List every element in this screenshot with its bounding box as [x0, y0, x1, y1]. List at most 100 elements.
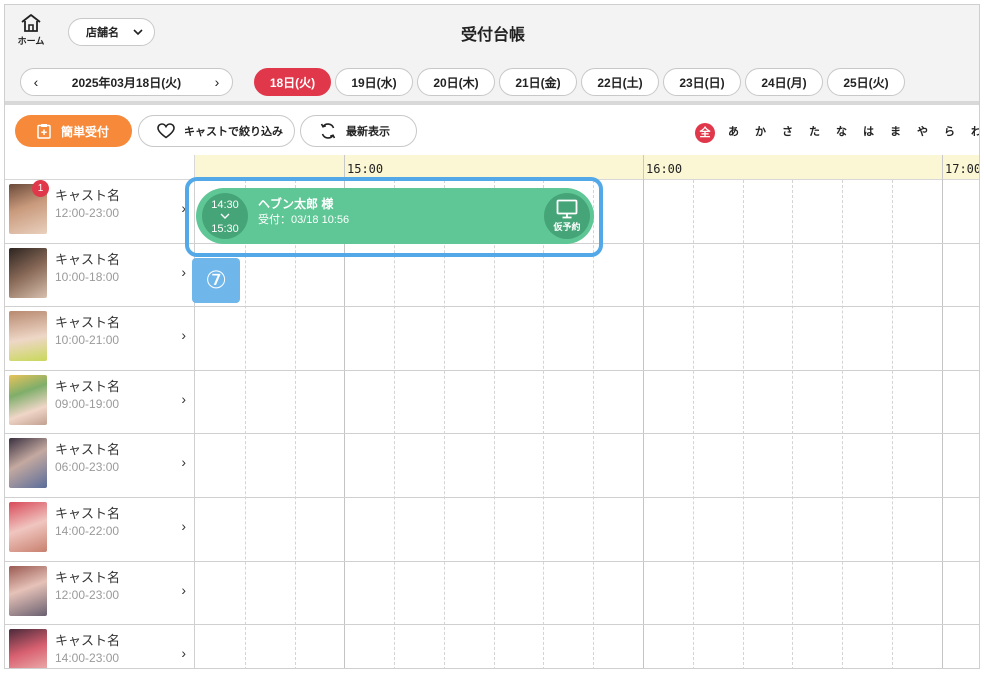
kana-filter-all[interactable]: 全 [695, 123, 715, 143]
cast-row: キャスト名 10:00-18:00 › [5, 243, 979, 308]
kana-filter: 全 あ か さ た な は ま や ら わ [695, 123, 979, 143]
cast-hours: 06:00-23:00 [55, 460, 120, 475]
cast-hours: 10:00-21:00 [55, 333, 120, 348]
day-tab[interactable]: 20日(木) [417, 68, 495, 96]
day-tab[interactable]: 19日(水) [335, 68, 413, 96]
cast-row: キャスト名 12:00-23:00 › [5, 561, 979, 626]
time-label: 16:00 [646, 162, 683, 176]
cast-photo [9, 502, 47, 552]
cast-photo [9, 629, 47, 668]
chevron-right-icon: › [181, 645, 186, 662]
cast-photo [9, 311, 47, 362]
cast-row: キャスト名 10:00-21:00 › [5, 307, 979, 371]
kana-filter-item[interactable]: や [909, 123, 936, 143]
chevron-right-icon: › [181, 454, 186, 471]
cast-cell[interactable]: キャスト名 10:00-18:00 › [5, 243, 195, 307]
day-tabs: 18日(火) 19日(水) 20日(木) 21日(金) 22日(土) 23日(日… [254, 68, 905, 96]
step-marker: ⑦ [192, 258, 240, 303]
kana-filter-item[interactable]: た [801, 123, 828, 143]
cast-hours: 12:00-23:00 [55, 587, 120, 602]
reservation-status: 仮予約 [544, 193, 590, 239]
chevron-down-icon [220, 213, 230, 219]
reservation-start: 14:30 [211, 199, 239, 211]
reservation-block[interactable]: 14:30 15:30 ヘブン太郎 様 受付：03/18 10:56 仮予約 [196, 188, 594, 244]
cast-name: キャスト名 [55, 506, 121, 521]
quick-reception-label: 簡単受付 [61, 124, 110, 139]
kana-filter-item[interactable]: な [828, 123, 855, 143]
chevron-right-icon: › [181, 200, 186, 216]
reservation-time: 14:30 15:30 [202, 193, 248, 239]
time-label: 17:00 [945, 162, 980, 176]
time-tick [344, 155, 345, 180]
next-date-button[interactable]: › [202, 74, 232, 90]
cast-cell[interactable]: キャスト名 14:00-22:00 › [5, 498, 195, 561]
cast-row: キャスト名 14:00-22:00 › [5, 498, 979, 562]
cast-cell[interactable]: キャスト名 14:00-23:00 › [5, 625, 195, 668]
monitor-icon [556, 199, 578, 219]
cast-photo [9, 565, 47, 616]
prev-date-button[interactable]: ‹ [21, 74, 51, 90]
chevron-right-icon: › [181, 263, 186, 280]
cast-hours: 10:00-18:00 [55, 269, 120, 284]
cast-name: キャスト名 [55, 569, 121, 585]
grid-corner [5, 155, 195, 180]
day-tab[interactable]: 23日(日) [663, 68, 741, 96]
kana-filter-item[interactable]: ら [936, 123, 963, 143]
cast-cell[interactable]: キャスト名 06:00-23:00 › [5, 434, 195, 497]
refresh-label: 最新表示 [346, 126, 390, 138]
cast-cell[interactable]: キャスト名 12:00-23:00 › [5, 561, 195, 625]
kana-filter-item[interactable]: さ [774, 123, 801, 143]
cast-hours: 09:00-19:00 [55, 396, 120, 411]
cast-row: キャスト名 09:00-19:00 › [5, 370, 979, 435]
current-date: 2025年03月18日(火) [71, 75, 182, 90]
cast-name: キャスト名 [55, 251, 121, 267]
reception-ledger-app: ホーム 店舗名 受付台帳 ‹ 2025年03月18日(火) › 18日(火) 1… [4, 4, 980, 669]
cast-name: キャスト名 [55, 442, 121, 458]
cast-cell[interactable]: キャスト名 09:00-19:00 › [5, 370, 195, 434]
time-tick [942, 155, 943, 180]
chevron-right-icon: › [181, 581, 186, 598]
cast-photo [9, 438, 47, 489]
chevron-right-icon: › [181, 390, 186, 407]
kana-filter-item[interactable]: わ [963, 123, 979, 143]
time-tick [643, 155, 644, 180]
day-tab[interactable]: 21日(金) [499, 68, 577, 96]
refresh-button[interactable]: 最新表示 [300, 115, 417, 147]
cast-photo [9, 374, 47, 425]
reservation-end: 15:30 [211, 223, 239, 235]
quick-reception-button[interactable]: 簡単受付 [15, 115, 132, 147]
time-label: 15:00 [347, 162, 384, 176]
page-title: 受付台帳 [460, 27, 525, 44]
refresh-icon [320, 123, 336, 139]
notification-badge: 1 [32, 180, 49, 197]
reservation-customer: ヘブン太郎 様 [258, 197, 334, 211]
day-tab[interactable]: 22日(土) [581, 68, 659, 96]
cast-name: キャスト名 [55, 633, 121, 649]
day-tab[interactable]: 18日(火) [254, 68, 331, 96]
cast-photo [9, 247, 47, 298]
cast-row: キャスト名 06:00-23:00 › [5, 434, 979, 498]
clipboard-plus-icon [37, 124, 51, 139]
kana-filter-item[interactable]: か [747, 123, 774, 143]
cast-filter-button[interactable]: キャストで絞り込み [138, 115, 295, 147]
day-tab[interactable]: 25日(火) [827, 68, 905, 96]
chevron-right-icon: › [181, 327, 186, 344]
cast-row: キャスト名 14:00-23:00 › [5, 625, 979, 668]
date-navigator: ‹ 2025年03月18日(火) › [20, 68, 233, 96]
kana-filter-item[interactable]: ま [882, 123, 909, 143]
heart-icon [157, 123, 175, 139]
cast-cell[interactable]: キャスト名 10:00-21:00 › [5, 307, 195, 370]
cast-name: キャスト名 [55, 188, 121, 203]
cast-cell[interactable]: 1 キャスト名 12:00-23:00 › [5, 180, 195, 243]
reservation-status-label: 仮予約 [553, 222, 581, 232]
toolbar: 簡単受付 キャストで絞り込み 最新表示 全 あ か さ た な は ま や ら [5, 105, 979, 155]
day-tab[interactable]: 24日(月) [745, 68, 823, 96]
kana-filter-item[interactable]: あ [720, 123, 747, 143]
cast-name: キャスト名 [55, 378, 121, 394]
kana-filter-item[interactable]: は [855, 123, 882, 143]
cast-hours: 12:00-23:00 [55, 206, 120, 220]
chevron-right-icon: › [181, 518, 186, 534]
cast-hours: 14:00-23:00 [55, 651, 120, 666]
reservation-received: 受付：03/18 10:56 [258, 214, 350, 226]
header: ホーム 店舗名 受付台帳 ‹ 2025年03月18日(火) › 18日(火) 1… [5, 5, 979, 105]
